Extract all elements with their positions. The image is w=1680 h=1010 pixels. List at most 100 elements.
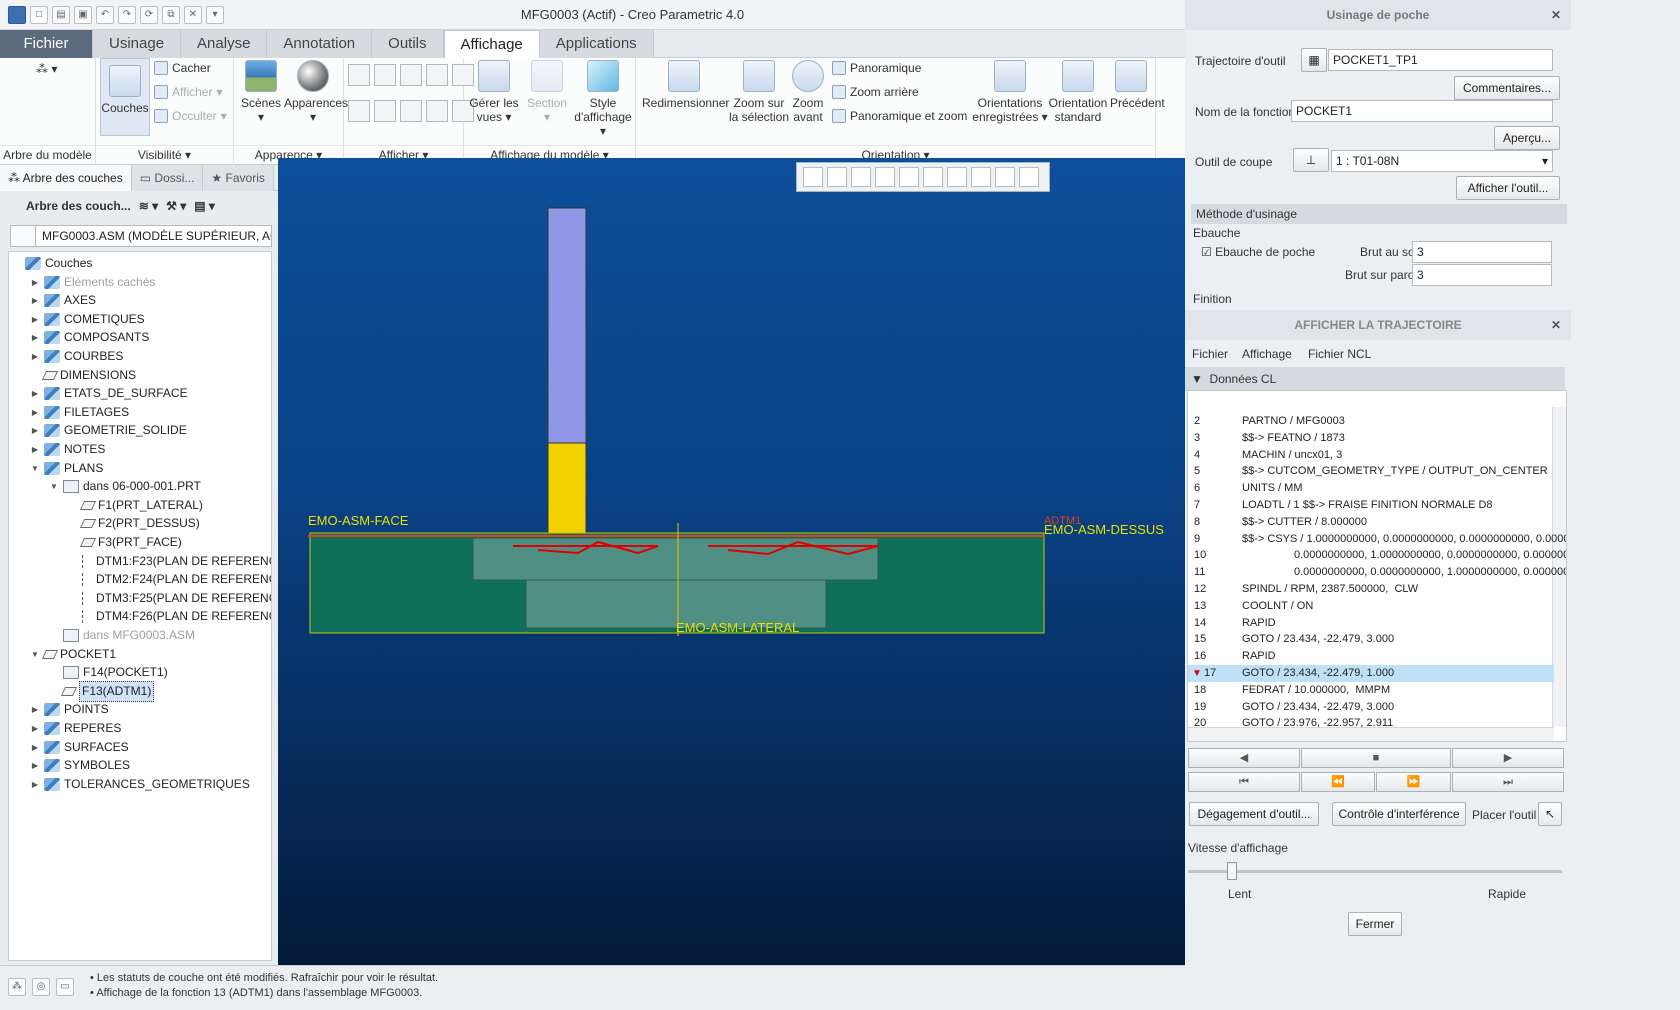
show-menu-icon[interactable]: ▤ ▾ (194, 199, 215, 213)
fullscreen-icon[interactable]: ▭ (56, 978, 74, 996)
section-button[interactable]: Section ▾ (522, 60, 572, 124)
plane-tag-icon[interactable] (348, 100, 370, 122)
standard-orientation-button[interactable]: Orientation standard (1046, 60, 1110, 124)
tree-item[interactable]: F1(PRT_LATERAL) (68, 496, 203, 515)
select-arrow-icon[interactable] (10, 225, 36, 247)
tree-item[interactable]: ▶ ETATS_DE_SURFACE (30, 384, 188, 403)
tab-affichage[interactable]: Affichage (443, 30, 540, 58)
tab-analyse[interactable]: Analyse (181, 30, 268, 58)
expand-toggle-icon[interactable]: ▶ (30, 756, 40, 775)
cursor-icon[interactable]: ↖ (1538, 802, 1562, 826)
interference-check-button[interactable]: Contrôle d'interférence (1332, 802, 1466, 826)
cl-row[interactable]: 2 PARTNO / MFG0003 (1188, 413, 1554, 430)
fast-forward-button[interactable]: ⏭ (1452, 772, 1564, 792)
tree-item[interactable]: ▼ PLANS (30, 459, 103, 478)
preview-button[interactable]: Aperçu... (1494, 126, 1560, 150)
tree-item[interactable]: ▶ NOTES (30, 440, 105, 459)
tab-layer-tree[interactable]: ⁂ Arbre des couches (0, 165, 132, 191)
cl-row[interactable]: 12 SPINDL / RPM, 2387.500000, CLW (1188, 581, 1554, 598)
menu-ncl-file[interactable]: Fichier NCL (1308, 347, 1371, 361)
tree-item[interactable]: ▶ AXES (30, 291, 96, 310)
tab-applications[interactable]: Applications (539, 30, 654, 58)
cl-row[interactable]: 9 $$-> CSYS / 1.0000000000, 0.0000000000,… (1188, 531, 1566, 548)
cl-row[interactable]: 13 COOLNT / ON (1188, 598, 1554, 615)
toolpath-icon[interactable]: ▦ (1301, 48, 1327, 72)
cl-row[interactable]: 20 GOTO / 23.976, -22.957, 2.911 (1188, 715, 1554, 732)
close-icon[interactable]: ✕ (1551, 0, 1561, 30)
play-back-button[interactable]: ⏪ (1301, 772, 1375, 792)
expand-toggle-icon[interactable]: ▼ (30, 459, 40, 478)
expand-toggle-icon[interactable]: ▶ (30, 775, 40, 794)
browser-icon[interactable]: ◎ (32, 978, 50, 996)
tree-item[interactable]: F13(ADTM1) (49, 680, 155, 702)
expand-toggle-icon[interactable]: ▼ (30, 645, 40, 664)
zoom-in-button[interactable]: Zoom avant (790, 60, 826, 124)
tab-favorites[interactable]: ★ Favoris (203, 165, 274, 191)
suppress-button[interactable]: Occulter ▾ (154, 106, 227, 126)
expand-toggle-icon[interactable]: ▶ (30, 421, 40, 440)
cutter-icon[interactable]: ⊥ (1293, 148, 1329, 172)
previous-button[interactable]: Précédent (1110, 60, 1165, 110)
pan-button[interactable]: Panoramique (832, 58, 921, 78)
tree-item[interactable]: ▶ COMPOSANTS (30, 328, 149, 347)
scenes-button[interactable]: Scènes ▾ (238, 60, 284, 124)
active-model-dropdown[interactable]: MFG0003.ASM (MODÈLE SUPÉRIEUR, ACTIF) (36, 225, 272, 247)
tree-item[interactable]: ▶ POINTS (30, 700, 109, 719)
cl-row[interactable]: 18 FEDRAT / 10.000000, MMPM (1188, 682, 1554, 699)
cl-row[interactable]: 16 RAPID (1188, 648, 1554, 665)
expand-toggle-icon[interactable]: ▶ (30, 719, 40, 738)
step-back-button[interactable]: ◀ (1188, 748, 1300, 768)
hide-button[interactable]: Cacher (154, 58, 211, 78)
layer-tree-menu[interactable]: Arbre des couch... (26, 199, 131, 213)
expand-toggle-icon[interactable]: ▶ (30, 403, 40, 422)
tree-item[interactable]: DTM4:F26(PLAN DE REFERENCE) (68, 607, 271, 626)
tree-item[interactable]: F3(PRT_FACE) (68, 533, 182, 552)
tab-outils[interactable]: Outils (372, 30, 444, 58)
csys-display-icon[interactable] (426, 64, 448, 86)
speed-slider-track[interactable] (1188, 870, 1562, 873)
step-forward-button[interactable]: ▶ (1452, 748, 1564, 768)
tree-item[interactable]: ▶ REPERES (30, 719, 121, 738)
tree-item[interactable]: dans MFG0003.ASM (49, 626, 195, 645)
expand-toggle-icon[interactable]: ▶ (30, 347, 40, 366)
wall-stock-field[interactable]: 3 (1412, 264, 1552, 286)
rewind-button[interactable]: ⏮ (1188, 772, 1300, 792)
graphics-viewport[interactable]: EMO-ASM-FACE EMO-ASM-DESSUS ADTM1 EMO-AS… (278, 158, 1185, 966)
comments-button[interactable]: Commentaires... (1454, 76, 1560, 100)
expand-toggle-icon[interactable]: ▶ (30, 384, 40, 403)
rough-pocket-checkbox[interactable]: ☑ Ebauche de poche (1201, 245, 1315, 259)
menu-display[interactable]: Affichage (1242, 347, 1292, 361)
cl-row[interactable]: 4 MACHIN / uncx01, 3 (1188, 447, 1554, 464)
refit-button[interactable]: Redimensionner (642, 60, 729, 110)
tool-clearance-button[interactable]: Dégagement d'outil... (1189, 802, 1319, 826)
zoom-selection-button[interactable]: Zoom sur la sélection (728, 60, 790, 124)
tree-item[interactable]: DTM3:F25(PLAN DE REFERENCE) (68, 589, 271, 608)
tab-annotation[interactable]: Annotation (267, 30, 373, 58)
tree-item[interactable]: F2(PRT_DESSUS) (68, 514, 200, 533)
tree-item[interactable]: ▶ COURBES (30, 347, 123, 366)
cl-row[interactable]: 3 $$-> FEATNO / 1873 (1188, 430, 1554, 447)
speed-slider-thumb[interactable] (1227, 862, 1237, 880)
tree-toggle-icon[interactable]: ⁂ (8, 978, 26, 996)
zoom-out-button[interactable]: Zoom arrière (832, 82, 919, 102)
show-tool-button[interactable]: Afficher l'outil... (1456, 176, 1560, 200)
csys-tag-icon[interactable] (426, 100, 448, 122)
plane-display-icon[interactable] (348, 64, 370, 86)
tree-item[interactable]: ▶ GEOMETRIE_SOLIDE (30, 421, 187, 440)
tree-filter-icon[interactable]: ⁂ ▾ (36, 62, 57, 76)
play-forward-button[interactable]: ⏩ (1376, 772, 1451, 792)
tree-item[interactable]: ▶ Eléments cachés (30, 273, 155, 292)
expand-toggle-icon[interactable]: ▶ (30, 700, 40, 719)
tree-item[interactable]: ▶ COMETIQUES (30, 310, 145, 329)
tree-item[interactable]: ▼ dans 06-000-001.PRT (49, 477, 201, 496)
pan-zoom-button[interactable]: Panoramique et zoom (832, 106, 967, 126)
tree-item[interactable]: DIMENSIONS (30, 366, 136, 385)
cl-row[interactable]: 10 0.0000000000, 1.0000000000, 0.0000000… (1188, 547, 1566, 564)
cl-row[interactable]: 7 LOADTL / 1 $$-> FRAISE FINITION NORMALE… (1188, 497, 1554, 514)
layers-button[interactable]: Couches (100, 58, 150, 136)
cl-row[interactable]: 8 $$-> CUTTER / 8.000000 (1188, 514, 1554, 531)
expand-toggle-icon[interactable]: ▶ (30, 440, 40, 459)
appearances-button[interactable]: Apparences ▾ (284, 60, 348, 124)
show-button[interactable]: Afficher ▾ (154, 82, 223, 102)
close-icon[interactable]: ✕ (1551, 310, 1561, 340)
